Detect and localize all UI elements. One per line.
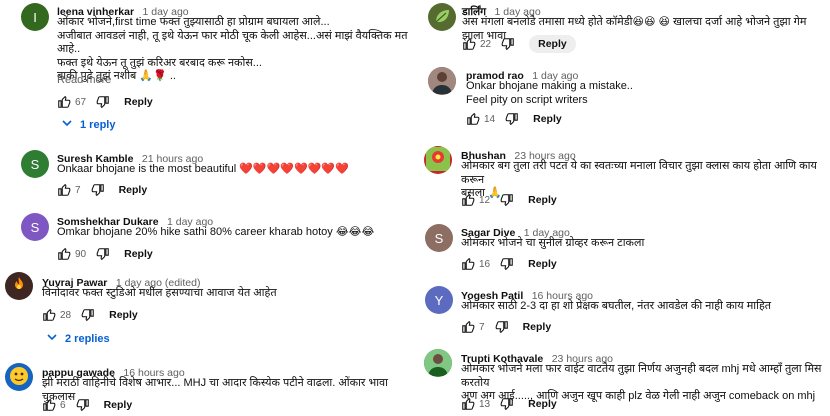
person-photo-icon: [424, 349, 452, 377]
avatar[interactable]: [5, 363, 33, 391]
thumbs-up-icon[interactable]: [461, 397, 475, 411]
view-replies-button[interactable]: 1 reply: [62, 118, 115, 131]
avatar[interactable]: [428, 3, 456, 31]
comment-actions: 14 Reply: [466, 110, 562, 128]
reply-button[interactable]: Reply: [528, 258, 557, 270]
avatar[interactable]: [5, 272, 33, 300]
thumbs-up-icon[interactable]: [57, 183, 71, 197]
avatar[interactable]: S: [21, 213, 49, 241]
cartoon-avatar-icon: [8, 365, 30, 390]
flame-icon: [9, 275, 29, 298]
comment-text: Onkar bhojane making a mistake.. Feel pi…: [466, 80, 633, 106]
avatar[interactable]: [424, 349, 452, 377]
thumbs-up-icon[interactable]: [462, 37, 476, 51]
thumbs-up-icon[interactable]: [57, 95, 71, 109]
reply-button[interactable]: Reply: [119, 184, 148, 196]
avatar[interactable]: [424, 146, 452, 174]
like-count: 7: [75, 184, 81, 196]
reply-button[interactable]: Reply: [529, 35, 576, 53]
reply-button[interactable]: Reply: [533, 113, 562, 125]
comment-actions: 22 Reply: [462, 35, 576, 53]
reply-button[interactable]: Reply: [109, 309, 138, 321]
comment-text: विनोदावर फक्त स्टुडिओ मधील हसण्याचा आवाज…: [42, 287, 277, 299]
comment-text: Omkar bhojane 20% hike sathi 80% career …: [57, 226, 375, 238]
like-count: 7: [479, 321, 485, 333]
thumbs-up-icon[interactable]: [42, 398, 56, 412]
comment-actions: 16 Reply: [461, 255, 557, 273]
replies-count-label: 1 reply: [80, 118, 116, 131]
comment-actions: 13 Reply: [461, 395, 557, 413]
avatar[interactable]: I: [21, 3, 49, 31]
thumbs-up-icon[interactable]: [42, 308, 56, 322]
person-photo-icon: [428, 67, 456, 95]
thumbs-up-icon[interactable]: [461, 320, 475, 334]
avatar[interactable]: [428, 67, 456, 95]
comment-actions: 90 Reply: [57, 245, 153, 263]
thumbs-down-icon[interactable]: [495, 320, 509, 334]
like-count: 67: [75, 96, 87, 108]
reply-button[interactable]: Reply: [104, 399, 133, 411]
like-count: 90: [75, 248, 87, 260]
like-count: 14: [484, 113, 496, 125]
reply-button[interactable]: Reply: [523, 321, 552, 333]
comment-actions: 67 Reply: [57, 93, 153, 111]
reply-button[interactable]: Reply: [124, 96, 153, 108]
comment-text: ओमकार भोजने चा सुनील ग्रोव्हर करून टाकला: [461, 237, 645, 249]
comment-actions: 7 Reply: [461, 318, 551, 336]
like-count: 12: [479, 194, 491, 206]
comment-text: ओमकार साठी 2-3 दा हा शो प्रेक्षक बघतील, …: [461, 300, 772, 312]
avatar[interactable]: S: [21, 150, 49, 178]
thumbs-down-icon[interactable]: [500, 257, 514, 271]
thumbs-down-icon[interactable]: [96, 95, 110, 109]
leaf-icon: [432, 6, 452, 29]
comment-text: Onkaar bhojane is the most beautiful ❤️❤…: [57, 163, 349, 175]
reply-button[interactable]: Reply: [528, 398, 557, 410]
view-replies-button[interactable]: 2 replies: [47, 332, 110, 345]
thumbs-up-icon[interactable]: [466, 112, 480, 126]
flower-icon: [426, 146, 450, 174]
chevron-down-icon: [47, 332, 65, 345]
thumbs-up-icon[interactable]: [461, 257, 475, 271]
comment-actions: 6 Reply: [42, 396, 132, 414]
thumbs-down-icon[interactable]: [81, 308, 95, 322]
chevron-down-icon: [62, 118, 80, 131]
comment-actions: 28 Reply: [42, 306, 138, 324]
avatar[interactable]: Y: [425, 286, 453, 314]
thumbs-down-icon[interactable]: [500, 397, 514, 411]
reply-button[interactable]: Reply: [124, 248, 153, 260]
like-count: 22: [480, 38, 492, 50]
reply-button[interactable]: Reply: [528, 194, 557, 206]
thumbs-down-icon[interactable]: [501, 37, 515, 51]
thumbs-down-icon[interactable]: [76, 398, 90, 412]
thumbs-down-icon[interactable]: [96, 247, 110, 261]
read-more-link[interactable]: Read more: [57, 74, 111, 86]
thumbs-up-icon[interactable]: [461, 193, 475, 207]
like-count: 13: [479, 398, 491, 410]
comment-actions: 7 Reply: [57, 181, 147, 199]
like-count: 16: [479, 258, 491, 270]
like-count: 28: [60, 309, 72, 321]
thumbs-down-icon[interactable]: [500, 193, 514, 207]
like-count: 6: [60, 399, 66, 411]
thumbs-down-icon[interactable]: [505, 112, 519, 126]
replies-count-label: 2 replies: [65, 332, 110, 345]
comment-actions: 12 Reply: [461, 191, 557, 209]
thumbs-down-icon[interactable]: [91, 183, 105, 197]
thumbs-up-icon[interactable]: [57, 247, 71, 261]
avatar[interactable]: S: [425, 224, 453, 252]
